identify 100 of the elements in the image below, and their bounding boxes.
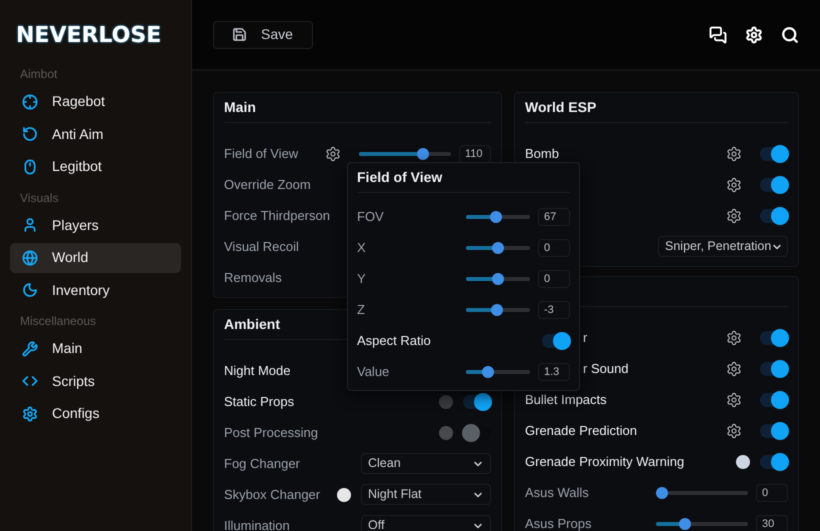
toggle-switch[interactable] (760, 392, 788, 406)
setting-label: FOV (357, 208, 384, 226)
value-field[interactable]: 0 (756, 484, 788, 502)
setting-label: Value (357, 362, 390, 381)
sidebar-item[interactable]: Scripts (10, 366, 181, 396)
settings-icon[interactable] (726, 176, 742, 192)
panel-title: Ambient (224, 315, 280, 334)
settings-icon[interactable] (726, 330, 742, 346)
setting-label: Bullet Impacts (525, 390, 607, 409)
slider-thumb[interactable] (656, 486, 668, 498)
color-swatch[interactable] (439, 394, 453, 408)
color-swatch[interactable] (337, 488, 351, 502)
slider[interactable] (466, 304, 530, 316)
setting-label: Fog Changer (224, 454, 300, 473)
toggle-switch[interactable] (760, 208, 788, 222)
popup-title: Field of View (357, 168, 442, 187)
mouse-icon (22, 158, 38, 174)
color-swatch[interactable] (736, 454, 750, 468)
setting-label: Override Zoom (224, 176, 311, 194)
toggle-switch[interactable] (760, 146, 788, 160)
section-heading: Aimbot (19, 66, 58, 83)
value-field[interactable]: 110 (459, 144, 491, 162)
setting-label: Y (357, 270, 366, 288)
slider[interactable] (466, 272, 530, 284)
save-icon (232, 27, 247, 42)
toggle-switch[interactable] (760, 424, 788, 438)
slider-thumb[interactable] (490, 210, 502, 222)
settings-icon[interactable] (726, 146, 742, 162)
rotate-icon (22, 126, 38, 142)
settings-icon (22, 406, 38, 422)
search-icon[interactable] (781, 26, 799, 44)
settings-icon[interactable] (726, 422, 742, 438)
setting-label: r (583, 328, 588, 347)
value-field[interactable]: 30 (756, 514, 788, 531)
setting-label: Skybox Changer (224, 486, 320, 504)
section-heading: Visuals (19, 190, 60, 206)
setting-label: Visual Recoil (224, 238, 299, 256)
settings-icon[interactable] (325, 146, 341, 162)
setting-label: X (357, 238, 366, 257)
value-field[interactable]: 1.3 (538, 362, 570, 380)
slider-thumb[interactable] (492, 272, 504, 284)
setting-label: Static Props (224, 392, 294, 411)
slider[interactable] (656, 486, 748, 498)
dropdown[interactable]: Sniper, Penetration (658, 236, 788, 257)
toggle-switch[interactable] (463, 394, 491, 408)
value-field[interactable]: 0 (538, 270, 570, 288)
sidebar-item[interactable]: Legitbot (10, 152, 181, 182)
logo: NEVERLOSE (16, 22, 162, 50)
slider[interactable] (466, 242, 530, 254)
setting-label: Removals (224, 268, 282, 287)
panel-title: World ESP (525, 98, 596, 117)
slider-thumb[interactable] (482, 366, 494, 378)
sidebar-item[interactable]: Anti Aim (10, 119, 181, 149)
color-swatch[interactable] (439, 426, 453, 440)
sidebar-item[interactable]: Ragebot (10, 86, 181, 116)
slider-thumb[interactable] (417, 148, 430, 160)
crescent-icon (22, 282, 38, 298)
setting-label: Grenade Prediction (525, 422, 638, 440)
sidebar-item[interactable]: Main (10, 334, 181, 364)
settings-icon[interactable] (726, 360, 742, 376)
value-field[interactable]: 67 (538, 208, 570, 226)
setting-label: Illumination (224, 516, 290, 531)
setting-label: Asus Walls (525, 484, 589, 502)
slider-thumb[interactable] (492, 242, 504, 254)
toggle-switch[interactable] (760, 330, 788, 344)
wrench-icon (22, 340, 38, 356)
toggle-switch[interactable] (760, 362, 788, 376)
dropdown[interactable]: Night Flat (361, 484, 491, 505)
slider-thumb[interactable] (679, 518, 692, 530)
slider[interactable] (466, 366, 530, 378)
dropdown[interactable]: Clean (361, 453, 491, 474)
save-button[interactable]: Save (213, 20, 313, 48)
section-heading: Miscellaneous (19, 313, 98, 330)
setting-label: Field of View (224, 144, 298, 163)
toggle-switch[interactable] (542, 334, 570, 348)
sidebar-item[interactable]: Inventory (10, 275, 181, 305)
slider-thumb[interactable] (490, 304, 503, 316)
slider[interactable] (466, 210, 530, 222)
settings-icon[interactable] (726, 208, 742, 224)
settings-icon[interactable] (726, 392, 742, 408)
setting-label: Force Thirdperson (224, 206, 330, 225)
sidebar-item[interactable]: Players (10, 210, 181, 240)
user-icon (22, 217, 38, 233)
setting-label: Bomb (525, 144, 559, 163)
slider[interactable] (656, 518, 748, 530)
chat-icon[interactable] (709, 26, 727, 44)
toggle-switch[interactable] (760, 178, 788, 192)
setting-label: Z (357, 300, 365, 319)
slider[interactable] (359, 148, 451, 160)
setting-label: Asus Props (525, 514, 592, 531)
value-field[interactable]: 0 (538, 238, 570, 256)
value-field[interactable]: -3 (538, 300, 570, 318)
setting-label: Grenade Proximity Warning (525, 452, 684, 471)
toggle-switch[interactable] (760, 454, 788, 468)
panel-title: Main (224, 98, 256, 117)
code-icon (22, 373, 38, 389)
globe-icon (22, 250, 38, 266)
dropdown[interactable]: Off (361, 515, 491, 531)
sidebar-item[interactable]: World (10, 242, 181, 272)
sidebar-item[interactable]: Configs (10, 398, 181, 428)
